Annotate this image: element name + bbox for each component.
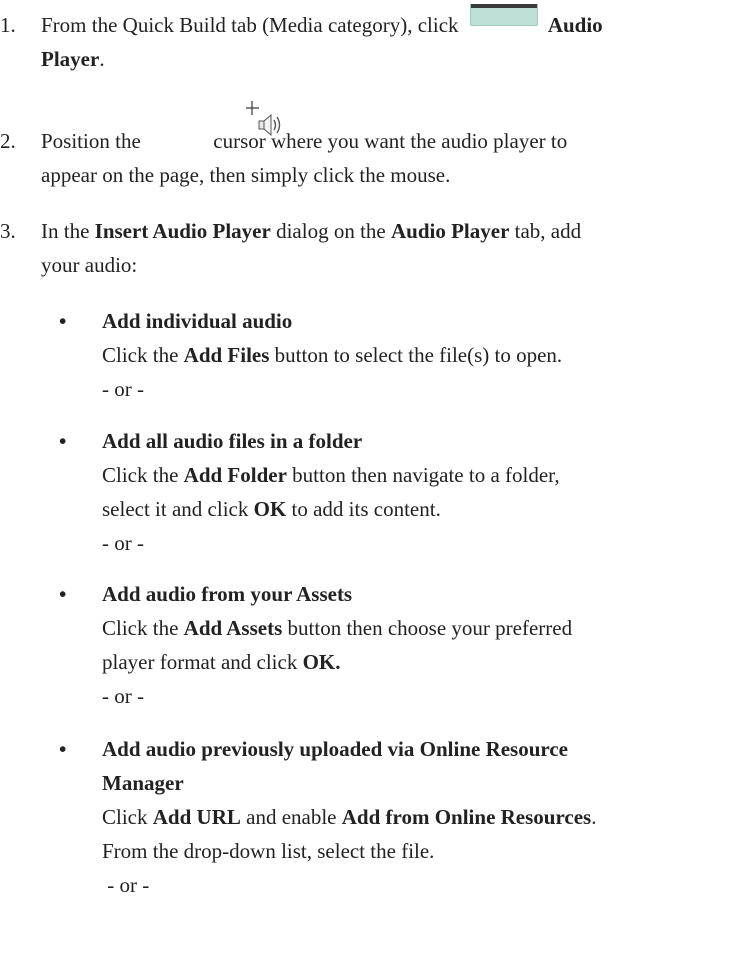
step-text-line: your audio: [41,253,138,277]
add-url-label: Add URL [152,805,241,829]
text: . [591,805,597,829]
step-text: From the Quick Build tab (Media category… [41,4,729,76]
text: button then choose your preferred [282,616,573,640]
step-number: 2. [0,129,16,153]
option-heading: Add individual audio [102,309,293,333]
ok-label: OK [253,497,287,521]
bullet-icon: • [59,309,67,333]
add-files-label: Add Files [183,343,270,367]
option-heading: Add audio previously uploaded via Online… [102,737,568,761]
bullet-icon: • [59,429,67,453]
text: select it and click [102,497,254,521]
text: In the [41,219,95,243]
step-text-line: From the drop-down list, select the file… [102,839,435,863]
text: Click the [102,616,184,640]
text: button to select the file(s) to open. [269,343,563,367]
dialog-name: Insert Audio Player [94,219,271,243]
audio-cursor-icon [246,101,281,137]
ok-label: OK. [302,650,341,674]
or-separator: - or - [102,377,144,401]
add-from-online-resources-label: Add from Online Resources [341,805,592,829]
audio-label: Audio [547,13,603,37]
step-number: 1. [0,13,16,37]
step-text-line: appear on the page, then simply click th… [41,163,451,187]
text: and enable [240,805,342,829]
step-text-segment: Position the [41,129,141,153]
tab-name: Audio Player [390,219,510,243]
step-number: 3. [0,219,16,243]
bullet-icon: • [59,737,67,761]
text: Click the [102,463,184,487]
step-text-segment: From the Quick Build tab (Media category… [41,13,459,37]
text: to add its content. [286,497,441,521]
text: player format and click [102,650,303,674]
or-separator: - or - [102,873,150,897]
text: button then navigate to a folder, [286,463,560,487]
text: Click the [102,343,184,367]
add-assets-label: Add Assets [183,616,283,640]
add-folder-label: Add Folder [183,463,287,487]
or-separator: - or - [102,531,144,555]
player-label: Player [41,47,100,71]
or-separator: - or - [102,684,144,708]
step-text: Position the cursor where you want the a… [41,101,729,192]
text: tab, add [509,219,582,243]
option-heading: Add all audio files in a folder [102,429,363,453]
audio-player-icon [469,4,538,26]
option-heading: Add audio from your Assets [102,582,353,606]
option-heading: Manager [102,771,184,795]
text: dialog on the [270,219,391,243]
bullet-icon: • [59,582,67,606]
text: Click [102,805,153,829]
step-text: In the Insert Audio Player dialog on the… [41,214,729,282]
punctuation: . [99,47,105,71]
